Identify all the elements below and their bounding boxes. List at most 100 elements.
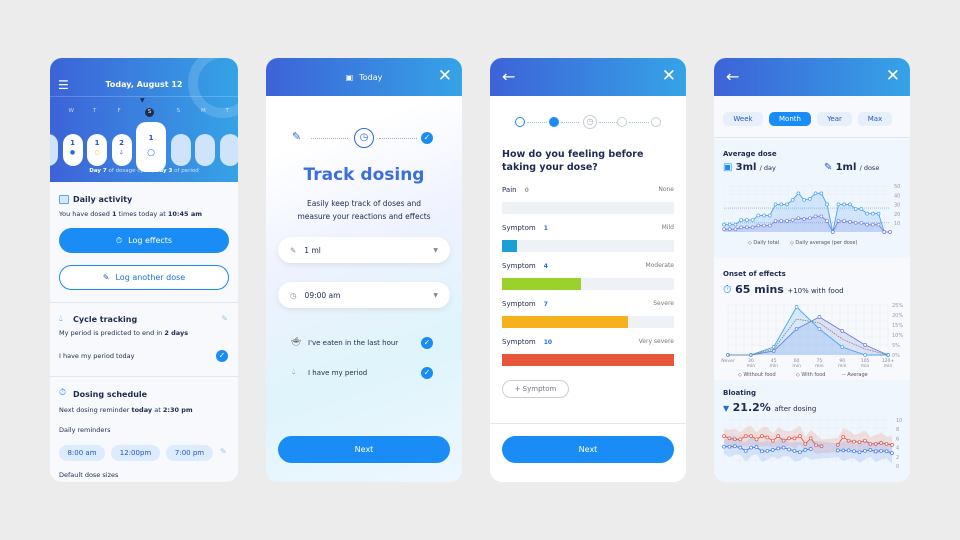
daily-total-point xyxy=(853,207,858,211)
insights-screen: ← ✕ Week Month Year Max Average dose ▣ 3m… xyxy=(714,58,910,482)
daily-average-point xyxy=(859,220,864,225)
time-select[interactable]: ◷ 09:00 am ▼ xyxy=(278,282,450,308)
dose-count: 1 xyxy=(70,139,75,147)
dose-value: 1 ml xyxy=(304,245,321,255)
day-pill[interactable]: 2 💧︎ xyxy=(111,134,132,166)
log-dose-button[interactable]: ✎ Log another dose xyxy=(59,265,229,290)
bloating-title: Bloating xyxy=(723,389,757,397)
dose-count: 1 xyxy=(94,139,100,147)
blue-series-point xyxy=(754,445,759,449)
reminder-chip[interactable]: 7:00 pm xyxy=(166,445,213,461)
severity-fill xyxy=(502,316,628,328)
severity-slider[interactable] xyxy=(502,316,674,328)
blue-series-point xyxy=(787,447,791,452)
symptom-label: Symptom xyxy=(502,338,536,346)
blue-series-point xyxy=(743,448,748,453)
daily-average-point xyxy=(836,219,841,223)
stopwatch-icon: ⏱ xyxy=(115,235,123,245)
severity-slider[interactable] xyxy=(502,278,674,290)
daily-total-point xyxy=(767,213,772,218)
close-icon[interactable]: ✕ xyxy=(662,68,676,85)
y-tick: 10% xyxy=(892,333,903,339)
daily-average-point xyxy=(813,214,818,219)
avg-day: ▣ 3ml / day xyxy=(723,162,776,173)
day-pill[interactable] xyxy=(50,134,58,166)
clock-icon: ◷ xyxy=(290,290,297,300)
daily-total-point xyxy=(836,202,841,207)
tab-month[interactable]: Month xyxy=(769,112,811,126)
tab-max[interactable]: Max xyxy=(858,112,892,126)
y-tick: 2 xyxy=(896,455,899,461)
back-arrow-icon[interactable]: ← xyxy=(726,67,739,86)
daily-average-point xyxy=(865,222,869,227)
add-symptom-button[interactable]: + Symptom xyxy=(502,380,569,398)
symptom-label: Symptom xyxy=(502,300,536,308)
daily-total-point xyxy=(819,191,824,196)
back-arrow-icon[interactable]: ← xyxy=(502,67,515,86)
severity-label: Severe xyxy=(653,300,674,307)
severity-fill xyxy=(502,278,582,290)
period-checkbox[interactable]: ✓ xyxy=(421,367,433,379)
close-icon[interactable]: ✕ xyxy=(438,68,452,85)
day-pill[interactable] xyxy=(195,134,215,166)
close-icon[interactable]: ✕ xyxy=(886,68,900,85)
daily-total-point xyxy=(796,191,801,196)
daily-average-point xyxy=(790,218,795,222)
day-pill[interactable] xyxy=(219,134,238,166)
header: ☰ Today, August 12 ▼ TWTFSSMTW 1●1○2💧︎1○… xyxy=(50,58,238,182)
reminder-chip[interactable]: 12:00pm xyxy=(111,445,160,461)
day-pill-selected[interactable]: 1 ○ xyxy=(136,122,166,172)
blue-series-point xyxy=(732,444,737,449)
next-button[interactable]: Next xyxy=(502,436,674,463)
daily-total-point xyxy=(750,218,755,222)
with-food-point xyxy=(863,353,867,357)
y-tick: 25% xyxy=(892,303,903,309)
dropper-icon: ✎ xyxy=(290,245,297,255)
blue-series-point xyxy=(868,448,873,452)
avg-dose-chart: 10 20 30 40 50 ◇ Daily total ◇ Daily average (… xyxy=(722,184,900,246)
y-tick: 10 xyxy=(896,418,902,424)
tab-year[interactable]: Year xyxy=(817,112,852,126)
severity-slider[interactable] xyxy=(502,354,674,366)
y-tick: 50 xyxy=(894,184,900,190)
x-tick-unit: min xyxy=(815,363,824,369)
eaten-checkbox[interactable]: ✓ xyxy=(421,337,433,349)
edit-icon[interactable]: ✎ xyxy=(221,314,228,323)
daily-average-point xyxy=(750,225,755,230)
daily-reminders-label: Daily reminders xyxy=(59,426,111,434)
daily-average-point xyxy=(842,219,847,223)
log-effects-button[interactable]: ⏱ Log effects xyxy=(59,228,229,253)
edit-icon[interactable]: ✎ xyxy=(220,447,227,456)
subtitle: Easily keep track of doses and measure yo… xyxy=(297,199,431,221)
track-dosing-screen: ▣ Today ✕ ✎ ◷ ✓ Track dosing Easily keep t… xyxy=(266,58,462,482)
daily-average-point xyxy=(848,220,852,224)
day-pill[interactable]: 1 ○ xyxy=(87,134,107,166)
next-button[interactable]: Next xyxy=(278,436,450,463)
daily-average-point xyxy=(739,225,744,230)
daily-average-point xyxy=(802,217,806,221)
symptom-label: Pain xyxy=(502,186,517,194)
day-pill[interactable]: 1 ● xyxy=(62,134,83,166)
reminder-chip[interactable]: 8:00 am xyxy=(59,445,105,461)
header: ← ✕ xyxy=(714,58,910,96)
daily-total-point xyxy=(722,222,726,227)
daily-total-point xyxy=(739,218,744,222)
red-series-point xyxy=(841,435,846,439)
chevron-down-icon: ▼ xyxy=(433,246,438,254)
symptom-label: Symptom xyxy=(502,224,536,232)
daily-average-point xyxy=(745,225,749,230)
blue-series-point xyxy=(770,448,775,452)
divider xyxy=(50,302,238,303)
severity-fill xyxy=(502,354,674,366)
period-label: I have my period xyxy=(308,369,368,377)
dose-sizes-label: Default dose sizes xyxy=(59,471,119,479)
y-tick: 8 xyxy=(896,427,899,433)
tab-week[interactable]: Week xyxy=(723,112,763,126)
severity-slider[interactable] xyxy=(502,240,674,252)
severity-slider[interactable] xyxy=(502,202,674,214)
day-pill[interactable] xyxy=(170,134,191,166)
legend-item: -- Average xyxy=(842,372,868,378)
severity-fill xyxy=(502,240,518,252)
dose-select[interactable]: ✎ 1 ml ▼ xyxy=(278,237,450,263)
period-today-checkbox[interactable]: ✓ xyxy=(216,350,228,362)
